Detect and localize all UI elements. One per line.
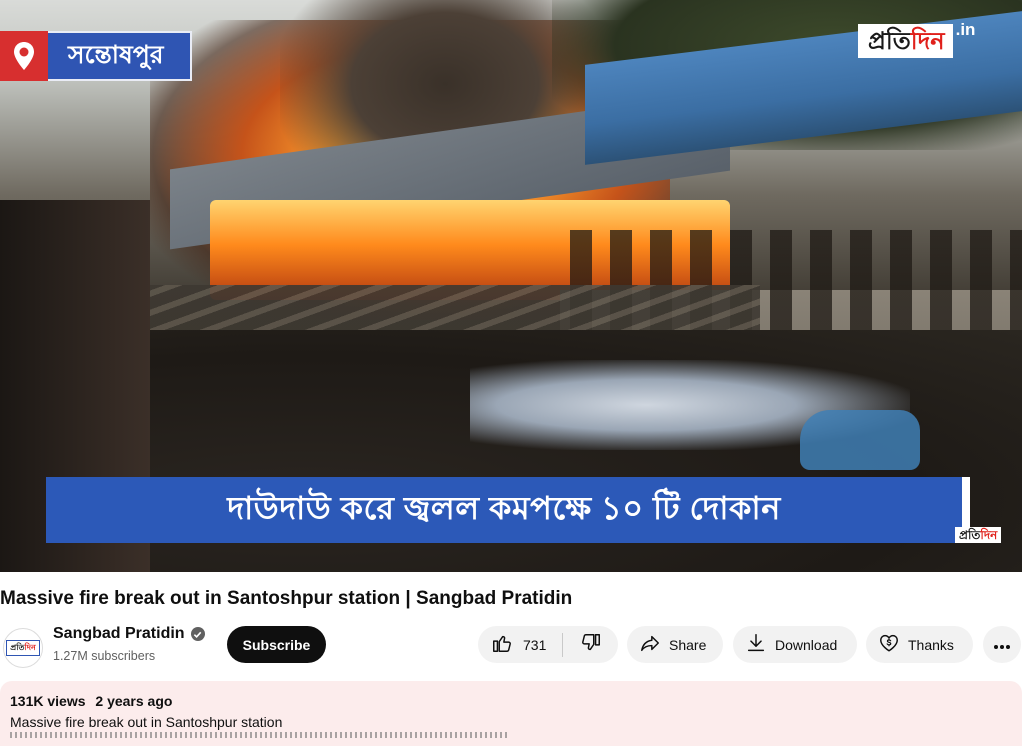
like-button[interactable]: 731 [478, 626, 562, 663]
channel-name-link[interactable]: Sangbad Pratidin [53, 625, 205, 643]
download-button[interactable]: Download [733, 626, 857, 663]
description-box[interactable]: 131K views 2 years ago Massive fire brea… [0, 681, 1022, 746]
mini-brand-logo: প্রতিদিন [955, 527, 1002, 543]
channel-name: Sangbad Pratidin [53, 625, 185, 642]
download-icon [745, 632, 767, 657]
avatar-logo-part1: প্রতি [10, 642, 25, 652]
location-label: সন্তোষপুর [48, 31, 192, 81]
mini-brand-part2: দিন [980, 528, 998, 542]
brand-wordmark: প্রতিদিন [858, 24, 953, 58]
avatar-logo: প্রতি দিন [6, 640, 40, 656]
subscribe-button[interactable]: Subscribe [227, 626, 326, 663]
description-text: Massive fire break out in Santoshpur sta… [10, 714, 283, 730]
ellipsis-icon [993, 637, 1011, 653]
location-badge: সন্তোষপুর [0, 31, 192, 81]
thumbs-up-icon [491, 632, 513, 657]
mini-brand-part1: প্রতি [959, 528, 981, 542]
view-count: 131K views [10, 693, 86, 709]
video-player[interactable]: সন্তোষপুর প্রতিদিন .in দাউদাউ করে জ্বলল … [0, 0, 1022, 572]
thanks-heart-dollar-icon [878, 632, 900, 657]
blue-tarp [800, 410, 920, 470]
description-dotted-line [10, 732, 510, 738]
avatar-logo-part2: দিন [24, 642, 36, 652]
news-caption-banner: দাউদাউ করে জ্বলল কমপক্ষে ১০ টি দোকান [46, 477, 962, 543]
share-icon [639, 632, 661, 657]
brand-word-part1: প্রতি [868, 28, 911, 55]
channel-avatar[interactable]: প্রতি দিন [3, 628, 43, 668]
thumbs-down-icon [580, 632, 602, 657]
share-button[interactable]: Share [627, 626, 723, 663]
description-meta: 131K views 2 years ago [10, 693, 1012, 709]
dislike-button[interactable] [563, 626, 618, 663]
more-actions-button[interactable] [983, 626, 1021, 663]
brand-suffix: .in [955, 20, 976, 39]
thanks-label: Thanks [908, 636, 954, 653]
brand-word-part2: দিন [910, 28, 945, 55]
subscriber-count: 1.27M subscribers [53, 649, 156, 663]
like-count: 731 [523, 636, 547, 653]
video-title: Massive fire break out in Santoshpur sta… [0, 588, 573, 609]
location-pin-icon [0, 31, 48, 81]
like-dislike-group: 731 [478, 626, 618, 663]
download-label: Download [775, 636, 838, 653]
share-label: Share [669, 636, 707, 653]
upload-age: 2 years ago [95, 693, 173, 709]
thanks-button[interactable]: Thanks [866, 626, 973, 663]
verified-check-icon [190, 627, 205, 641]
brand-logo: প্রতিদিন .in [858, 20, 975, 66]
